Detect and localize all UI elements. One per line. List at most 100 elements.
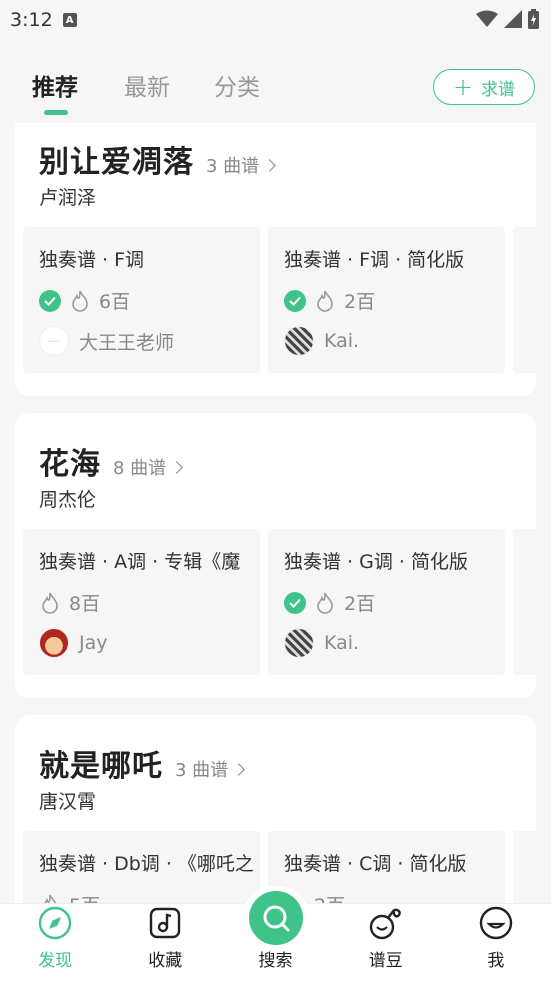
- flame-icon: [72, 290, 88, 312]
- score-meta: 2百: [284, 589, 375, 616]
- score-count-label: 8 曲谱: [113, 458, 167, 479]
- score-list: 独奏谱 · F调 6百 ⋯⋯ 大王王老师 独奏谱 · F调 · 简化版 2百 K…: [23, 227, 536, 373]
- nav-bean[interactable]: 谱豆: [331, 904, 441, 981]
- score-count-label: 3 曲谱: [206, 156, 260, 177]
- song-title[interactable]: 花海: [39, 439, 101, 483]
- flame-icon: [42, 592, 58, 614]
- score-author: Jay: [39, 628, 108, 658]
- score-card[interactable]: 独奏谱 · F调 · 简化版 2百 Kai.: [268, 227, 505, 373]
- verified-icon: [39, 289, 61, 312]
- chevron-right-icon: [170, 460, 184, 474]
- song-card[interactable]: 别让爱凋落 3 曲谱 卢润泽 独奏谱 · F调 6百 ⋯⋯ 大王王老师 独奏谱 …: [15, 123, 536, 396]
- heat-count: 6百: [99, 291, 131, 313]
- heat-count: 2百: [344, 593, 376, 615]
- battery-icon: [528, 9, 539, 29]
- score-meta: 5百: [39, 891, 100, 903]
- flame-icon: [43, 894, 57, 903]
- kai-avatar: [284, 628, 314, 658]
- request-score-button[interactable]: + 求谱: [433, 69, 535, 105]
- nav-label: 我: [487, 951, 505, 971]
- score-count[interactable]: 8 曲谱: [113, 454, 184, 480]
- score-title: 独奏谱 · Db调 · 《哪吒之: [39, 853, 254, 875]
- music-note-icon: [150, 907, 181, 939]
- score-author: Kai.: [284, 628, 359, 658]
- song-card[interactable]: 花海 8 曲谱 周杰伦 独奏谱 · A调 · 专辑《魔 8百 Jay 独奏谱 ·…: [15, 413, 536, 698]
- score-count[interactable]: 3 曲谱: [175, 756, 246, 782]
- score-title: 独奏谱 · G调 · 简化版: [284, 551, 468, 573]
- score-author: Kai.: [284, 326, 359, 356]
- smile-icon: [479, 906, 513, 940]
- artist-name: 周杰伦: [39, 489, 97, 511]
- nav-me[interactable]: 我: [441, 904, 551, 981]
- author-name: Jay: [79, 632, 108, 654]
- song-header[interactable]: 就是哪吒 3 曲谱: [39, 741, 246, 785]
- signal-icon: [504, 10, 522, 28]
- score-meta: 8百: [39, 589, 100, 616]
- score-count-label: 3 曲谱: [175, 760, 229, 781]
- author-name: 大王王老师: [79, 331, 175, 354]
- verified-icon: [284, 289, 306, 312]
- verified-icon: [284, 591, 306, 614]
- score-meta: 6百: [39, 287, 130, 314]
- score-title: 独奏谱 · F调 · 简化版: [284, 249, 465, 271]
- heat-count: 2百: [344, 291, 376, 313]
- search-icon: [263, 905, 290, 932]
- heat-count: 5百: [69, 891, 100, 903]
- score-title: 独奏谱 · F调: [39, 249, 145, 271]
- artist-name: 唐汉霄: [39, 791, 97, 813]
- nav-label: 谱豆: [368, 951, 403, 971]
- tab-category[interactable]: 分类: [214, 68, 260, 102]
- status-icons: [476, 9, 539, 29]
- song-title[interactable]: 就是哪吒: [39, 741, 163, 785]
- kai-avatar: [284, 326, 314, 356]
- nav-label: 收藏: [148, 951, 183, 971]
- bean-icon: [369, 908, 401, 940]
- jay-avatar: [39, 628, 69, 658]
- flame-icon: [317, 592, 333, 614]
- author-name: Kai.: [324, 330, 360, 352]
- score-author: ⋯⋯ 大王王老师: [39, 326, 174, 356]
- song-feed[interactable]: 别让爱凋落 3 曲谱 卢润泽 独奏谱 · F调 6百 ⋯⋯ 大王王老师 独奏谱 …: [0, 123, 551, 903]
- wifi-icon: [476, 10, 498, 27]
- score-card[interactable]: 独奏谱 · A调 · 专辑《魔 8百 Jay: [23, 529, 260, 675]
- flame-icon: [317, 290, 333, 312]
- top-tabs: 推荐 最新 分类 + 求谱: [0, 62, 551, 122]
- score-card[interactable]: 独奏谱 · Db调 · 《哪吒之 5百: [23, 831, 260, 903]
- score-list: 独奏谱 · A调 · 专辑《魔 8百 Jay 独奏谱 · G调 · 简化版 2百: [23, 529, 536, 675]
- bottom-nav: 发现 收藏 搜索 谱豆 我: [0, 886, 551, 981]
- active-tab-indicator: [44, 110, 68, 115]
- score-card[interactable]: 独奏谱 · C调 · 简化版 2百: [268, 831, 505, 903]
- teacher-avatar: ⋯⋯: [39, 326, 69, 356]
- score-title: 独奏谱 · A调 · 专辑《魔: [39, 551, 241, 573]
- app-notification-icon: A: [62, 13, 77, 27]
- chevron-right-icon: [263, 158, 277, 172]
- artist-name: 卢润泽: [39, 187, 97, 209]
- score-card-partial[interactable]: [513, 227, 536, 373]
- nav-favorites[interactable]: 收藏: [110, 904, 220, 981]
- compass-icon: [38, 906, 72, 940]
- nav-label: 发现: [38, 951, 73, 971]
- heat-count: 8百: [69, 593, 101, 615]
- nav-label: 搜索: [258, 951, 293, 971]
- request-score-label: 求谱: [481, 79, 516, 100]
- nav-discover[interactable]: 发现: [0, 904, 110, 981]
- heat-count: 2百: [314, 891, 345, 903]
- score-card[interactable]: 独奏谱 · G调 · 简化版 2百 Kai.: [268, 529, 505, 675]
- score-count[interactable]: 3 曲谱: [206, 152, 277, 178]
- author-name: Kai.: [324, 632, 360, 654]
- chevron-right-icon: [232, 762, 246, 776]
- plus-icon: +: [452, 73, 474, 101]
- score-card-partial[interactable]: [513, 529, 536, 675]
- song-header[interactable]: 花海 8 曲谱: [39, 439, 184, 483]
- score-meta: 2百: [284, 287, 375, 314]
- status-bar: 3:12 A: [0, 0, 551, 40]
- score-card[interactable]: 独奏谱 · F调 6百 ⋯⋯ 大王王老师: [23, 227, 260, 373]
- tab-latest[interactable]: 最新: [124, 68, 170, 102]
- song-header[interactable]: 别让爱凋落 3 曲谱: [39, 137, 277, 181]
- song-title[interactable]: 别让爱凋落: [39, 137, 194, 181]
- status-time: 3:12: [10, 9, 53, 31]
- score-card-partial[interactable]: [513, 831, 536, 903]
- search-button[interactable]: [249, 891, 303, 945]
- song-card[interactable]: 就是哪吒 3 曲谱 唐汉霄 独奏谱 · Db调 · 《哪吒之 5百 独奏谱 · …: [15, 715, 536, 903]
- tab-recommended[interactable]: 推荐: [32, 68, 78, 102]
